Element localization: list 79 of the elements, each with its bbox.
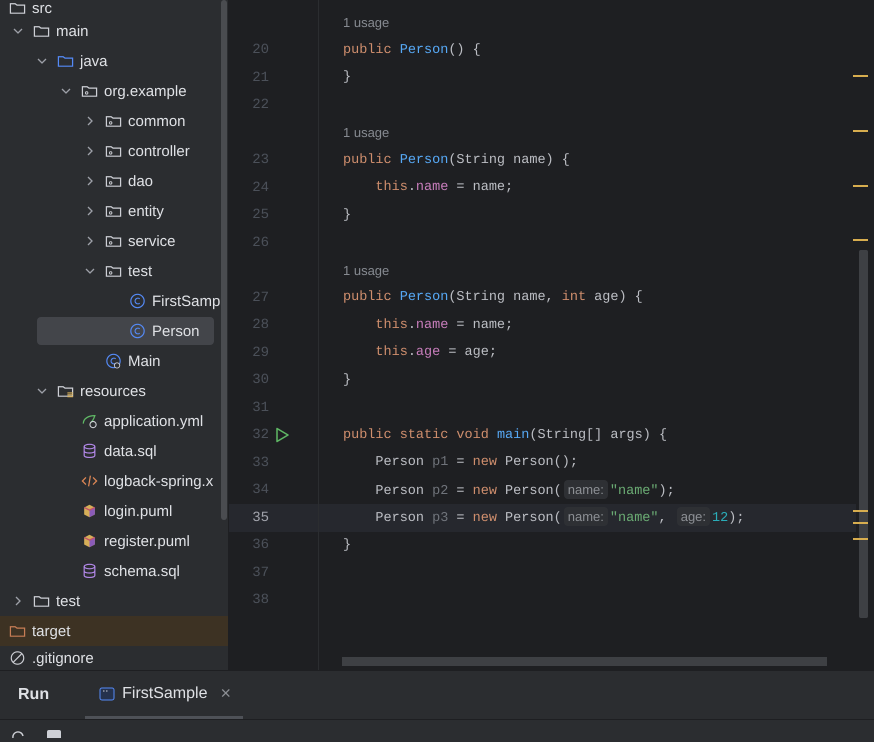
package-icon xyxy=(105,263,122,279)
scrollbar[interactable] xyxy=(342,657,827,666)
code-line: public Person(String name, int age) { xyxy=(343,290,643,306)
run-tab[interactable]: FirstSample × xyxy=(85,671,243,719)
tree-item[interactable]: logback-spring.x xyxy=(81,467,214,495)
tree-item[interactable]: register.puml xyxy=(81,527,190,555)
scrollbar[interactable] xyxy=(221,0,227,520)
panel-title: Run xyxy=(18,686,50,704)
code-line: public static void main(String[] args) { xyxy=(343,428,668,443)
tree-item[interactable]: resources xyxy=(57,377,146,405)
package-icon xyxy=(105,233,122,249)
folder-icon xyxy=(57,53,74,69)
class-icon xyxy=(129,293,146,309)
stop-icon[interactable] xyxy=(46,728,62,738)
package-icon xyxy=(81,83,98,99)
folder-icon xyxy=(57,383,74,399)
tree-item[interactable]: org.example xyxy=(81,77,187,105)
tree-item[interactable]: main xyxy=(33,17,89,45)
code-line: this.age = age; xyxy=(374,345,497,360)
tree-item[interactable]: entity xyxy=(105,197,164,225)
folder-icon xyxy=(9,623,26,639)
code-line: } xyxy=(343,208,352,223)
warning-marker[interactable] xyxy=(853,130,868,132)
tree-item[interactable]: common xyxy=(105,107,186,135)
warning-marker[interactable] xyxy=(853,185,868,187)
warning-marker[interactable] xyxy=(853,239,868,241)
folder-icon xyxy=(9,0,26,16)
usage-hint[interactable]: 1 usage xyxy=(343,15,390,30)
warning-marker[interactable] xyxy=(853,522,868,524)
class-icon xyxy=(105,353,122,369)
code-line: } xyxy=(343,70,352,86)
folder-icon xyxy=(33,593,50,609)
code-line: Person p3 = new Person( name: "name", age: 12); xyxy=(374,509,744,526)
code-line: public Person(String name) { xyxy=(343,152,570,168)
tree-item[interactable]: login.puml xyxy=(81,497,172,525)
code-line: } xyxy=(343,372,352,388)
tree-item[interactable]: schema.sql xyxy=(81,557,180,585)
tree-item[interactable]: test xyxy=(33,587,80,615)
class-icon xyxy=(129,323,146,339)
line-number: 35 xyxy=(252,510,269,526)
tree-item[interactable]: controller xyxy=(105,137,190,165)
run-icon[interactable] xyxy=(275,427,289,444)
ignore-icon xyxy=(9,650,26,666)
tree-item[interactable]: .gitignore xyxy=(9,644,94,670)
tree-item[interactable]: src xyxy=(9,0,52,16)
database-icon xyxy=(81,563,98,579)
box-icon xyxy=(81,503,98,519)
tree-item[interactable]: dao xyxy=(105,167,154,195)
warning-marker[interactable] xyxy=(853,75,868,77)
console-icon xyxy=(99,686,116,702)
rerun-icon[interactable] xyxy=(10,728,26,738)
box-icon xyxy=(81,533,98,549)
package-icon xyxy=(105,173,122,189)
code-line: this.name = name; xyxy=(374,180,514,196)
warning-marker[interactable] xyxy=(853,510,868,512)
scrollbar[interactable] xyxy=(859,250,868,618)
usage-hint[interactable]: 1 usage xyxy=(343,125,390,140)
folder-icon xyxy=(33,23,50,39)
tree-item[interactable]: java xyxy=(57,47,108,75)
code-line: this.name = name; xyxy=(374,318,514,333)
package-icon xyxy=(105,203,122,219)
code-line: Person p1 = new Person(); xyxy=(374,455,578,470)
tree-item[interactable]: service xyxy=(105,227,176,255)
leaf-icon xyxy=(81,413,98,429)
package-icon xyxy=(105,113,122,129)
code-line: Person p2 = new Person( name: "name"); xyxy=(374,482,675,499)
tree-item[interactable]: test xyxy=(105,257,152,285)
code-tag-icon xyxy=(81,473,98,489)
package-icon xyxy=(105,143,122,159)
tree-item[interactable]: FirstSamp xyxy=(129,287,220,315)
tree-item[interactable]: Main xyxy=(105,347,161,375)
tree-item[interactable]: data.sql xyxy=(81,437,157,465)
tree-item[interactable]: application.yml xyxy=(81,407,204,435)
close-button[interactable]: × xyxy=(220,683,231,704)
database-icon xyxy=(81,443,98,459)
usage-hint[interactable]: 1 usage xyxy=(343,262,390,278)
code-line: public Person() { xyxy=(343,42,481,58)
warning-marker[interactable] xyxy=(853,538,868,540)
code-line: } xyxy=(343,538,352,553)
